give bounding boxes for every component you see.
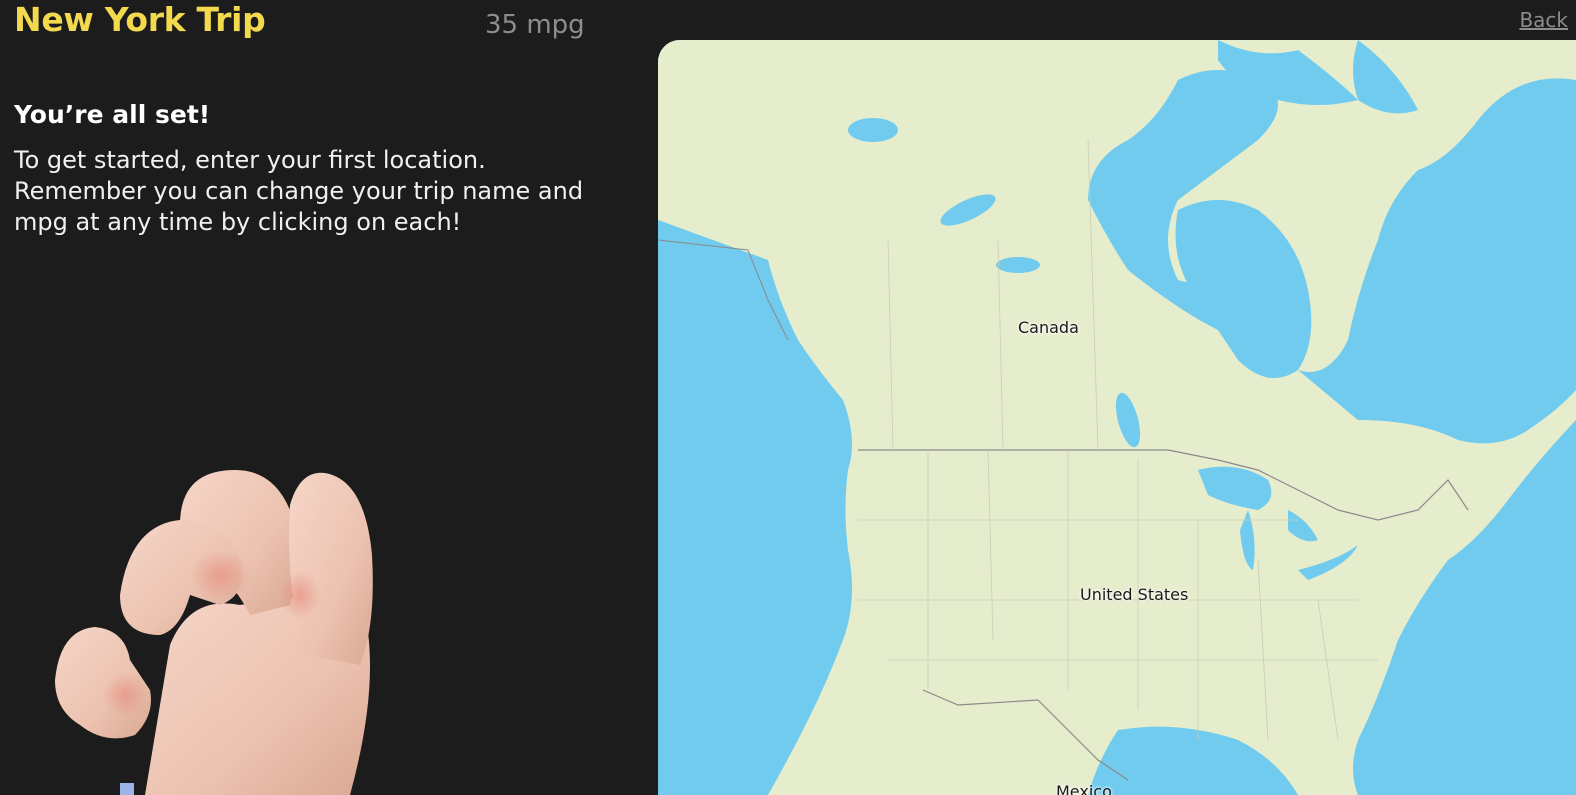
instructions-text: To get started, enter your first locatio… — [14, 146, 584, 236]
back-link[interactable]: Back — [1519, 8, 1568, 32]
map-view[interactable]: Canada United States Mexico — [658, 40, 1576, 795]
map-label-united-states: United States — [1080, 585, 1189, 604]
map-label-canada: Canada — [1018, 318, 1079, 337]
mpg-value[interactable]: 35 mpg — [485, 10, 585, 40]
trip-name-title[interactable]: New York Trip — [14, 0, 266, 39]
waving-hand-icon — [50, 465, 390, 795]
trip-planner-page: New York Trip 35 mpg Back You’re all set… — [0, 0, 1576, 795]
setup-complete-heading: You’re all set! — [14, 100, 211, 129]
map-label-mexico: Mexico — [1056, 782, 1112, 795]
